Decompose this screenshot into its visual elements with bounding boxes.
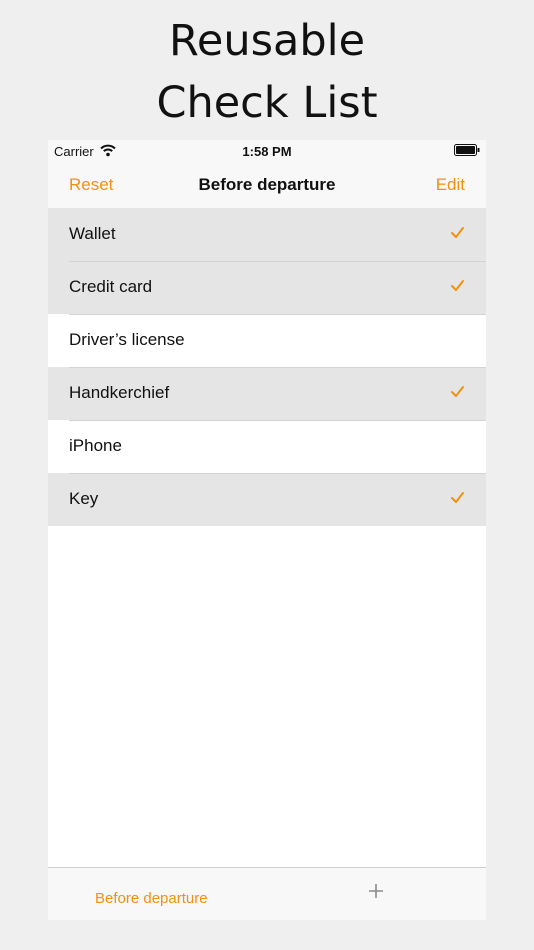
row-separator xyxy=(69,420,486,421)
checklist-item-label: Driver’s license xyxy=(69,330,185,349)
row-separator xyxy=(69,261,486,262)
checklist-row[interactable]: Wallet xyxy=(48,208,486,261)
status-time: 1:58 PM xyxy=(242,144,292,159)
checklist-row[interactable]: Handkerchief xyxy=(48,367,486,420)
checklist-row[interactable]: Key xyxy=(48,473,486,526)
navigation-bar: Reset Before departure Edit xyxy=(48,162,486,209)
battery-icon xyxy=(454,144,480,156)
checklist-item-label: iPhone xyxy=(69,436,122,455)
edit-button[interactable]: Edit xyxy=(436,175,465,195)
checklist-row[interactable]: Credit card xyxy=(48,261,486,314)
row-separator xyxy=(69,314,486,315)
row-separator xyxy=(69,473,486,474)
checklist-item-label: Wallet xyxy=(69,224,116,243)
plus-icon[interactable] xyxy=(368,883,384,899)
checklist-item-label: Key xyxy=(69,489,99,508)
checklist-row[interactable]: iPhone xyxy=(48,420,486,473)
checkmark-icon xyxy=(451,227,464,238)
status-bar: Carrier 1:58 PM xyxy=(48,140,486,162)
promo-title-line-1: Reusable xyxy=(168,16,366,66)
checklist-item-label: Handkerchief xyxy=(69,383,170,402)
list-selector-button[interactable]: Before departure xyxy=(95,890,208,907)
bottom-toolbar: Before departure xyxy=(48,867,486,920)
checklist-item-label: Credit card xyxy=(69,277,153,296)
checklist: Wallet Credit card Driver’s license Handker… xyxy=(48,208,486,526)
checkmark-icon xyxy=(451,492,464,503)
row-separator xyxy=(69,367,486,368)
phone-screen: Carrier 1:58 PM Reset Before departure E… xyxy=(48,140,486,920)
nav-title: Before departure xyxy=(198,175,336,194)
promo-title: Reusable Check List xyxy=(0,10,534,134)
checkmark-icon xyxy=(451,280,464,291)
checkmark-icon xyxy=(451,386,464,397)
checklist-row[interactable]: Driver’s license xyxy=(48,314,486,367)
promo-title-line-2: Check List xyxy=(156,78,378,128)
